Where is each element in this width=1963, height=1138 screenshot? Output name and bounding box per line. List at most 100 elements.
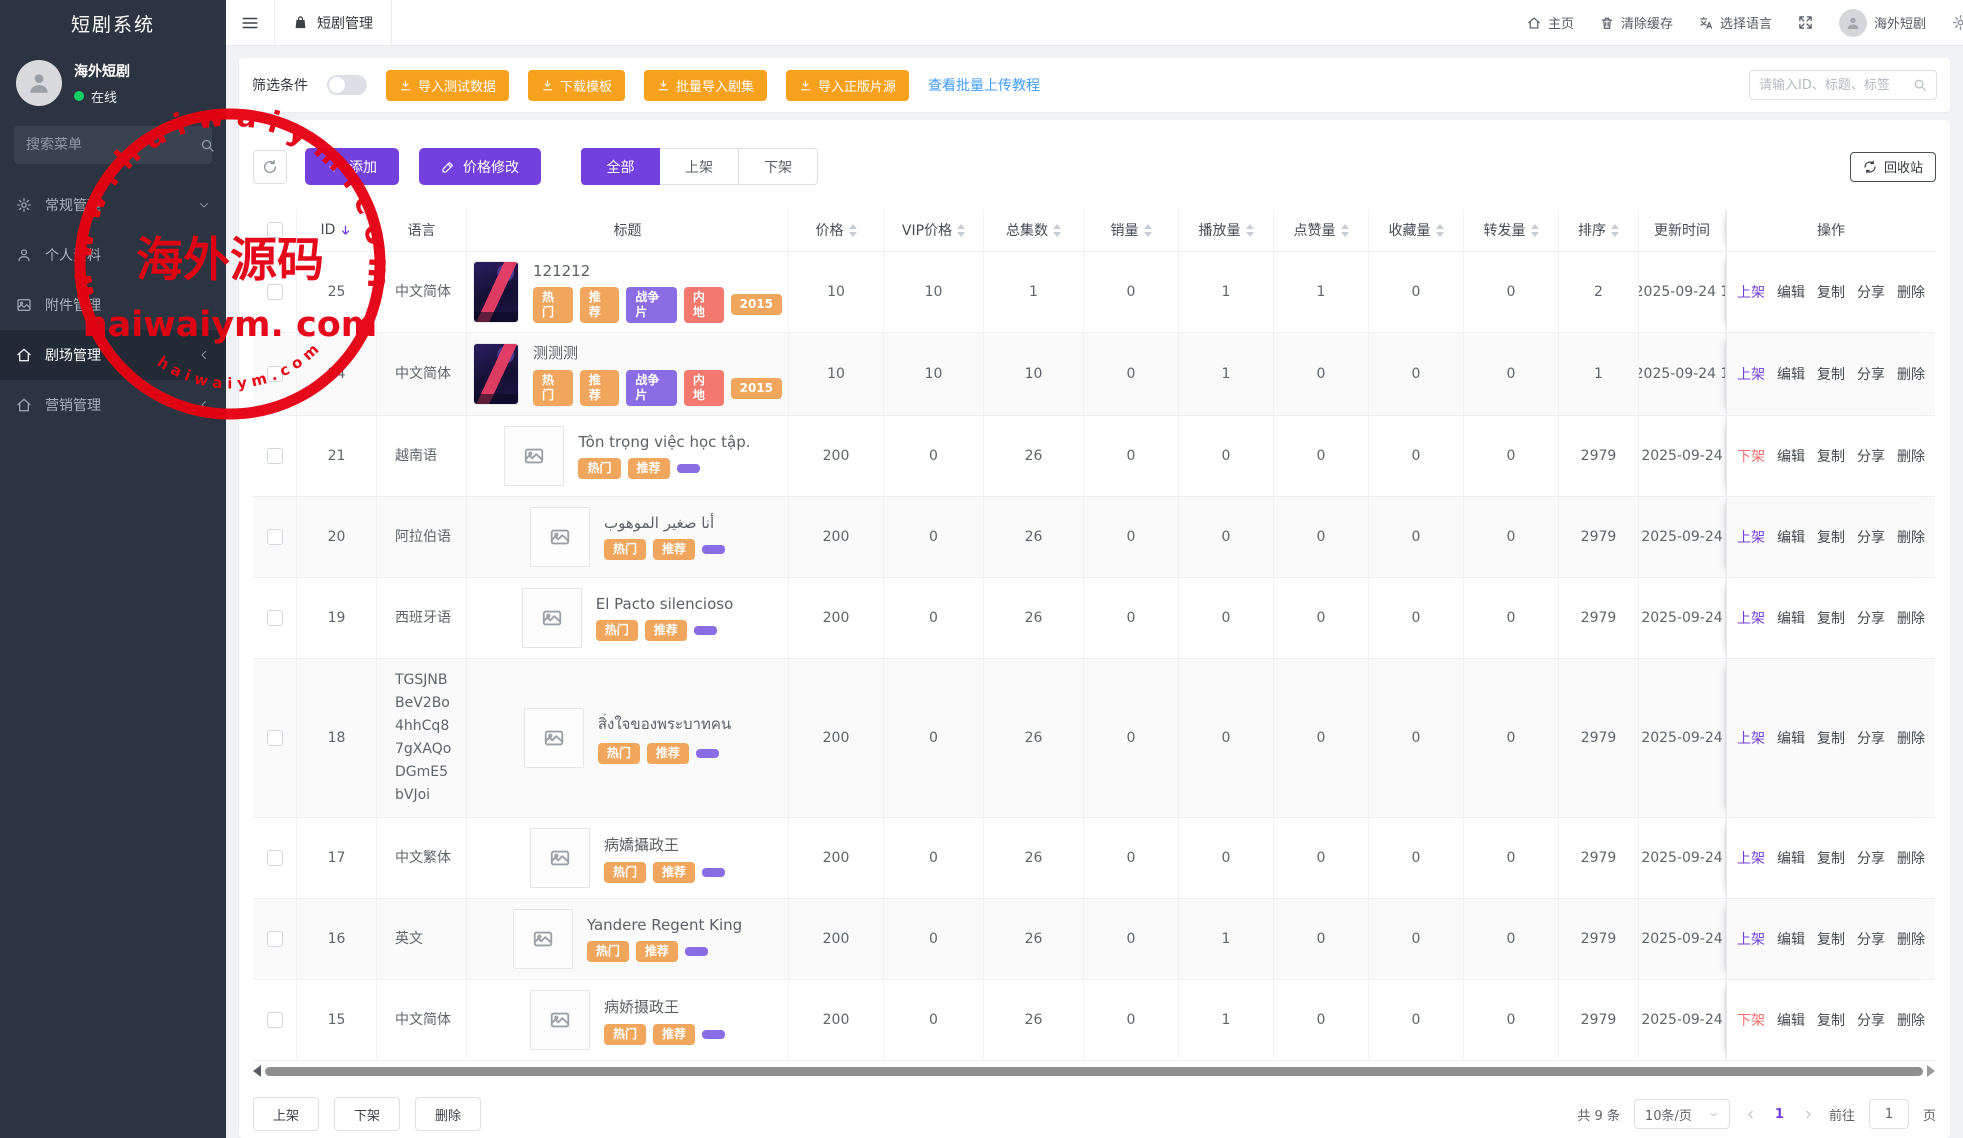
- menu-search-input[interactable]: [26, 137, 200, 153]
- edit-link[interactable]: 编辑: [1777, 848, 1805, 868]
- delete-link[interactable]: 删除: [1897, 728, 1925, 748]
- header-favorites[interactable]: 收藏量: [1369, 209, 1464, 251]
- share-link[interactable]: 分享: [1857, 446, 1885, 466]
- recycle-bin-button[interactable]: 回收站: [1849, 151, 1936, 182]
- sort-carets-icon[interactable]: [1053, 223, 1061, 237]
- delete-link[interactable]: 删除: [1897, 282, 1925, 302]
- fullscreen-icon[interactable]: [1798, 15, 1813, 30]
- import-button-3[interactable]: 批量导入剧集: [644, 69, 768, 101]
- sidebar-item-4[interactable]: 剧场管理: [0, 330, 226, 380]
- header-shares[interactable]: 转发量: [1464, 209, 1559, 251]
- image-placeholder-icon[interactable]: [529, 507, 590, 567]
- sort-carets-icon[interactable]: [1340, 223, 1349, 237]
- row-checkbox[interactable]: [266, 284, 283, 300]
- share-link[interactable]: 分享: [1857, 282, 1885, 302]
- poster-thumbnail[interactable]: [473, 343, 519, 405]
- tab-short-drama[interactable]: 短剧管理: [274, 0, 392, 45]
- share-link[interactable]: 分享: [1857, 608, 1885, 628]
- add-button[interactable]: 添加: [305, 148, 399, 185]
- sort-descending-icon[interactable]: [339, 224, 352, 237]
- price-edit-button[interactable]: 价格修改: [419, 148, 541, 185]
- share-link[interactable]: 分享: [1857, 929, 1885, 949]
- header-episodes[interactable]: 总集数: [984, 209, 1084, 251]
- delete-link[interactable]: 删除: [1897, 848, 1925, 868]
- poster-thumbnail[interactable]: [473, 261, 519, 323]
- sidebar-item-3[interactable]: 附件管理: [0, 280, 226, 330]
- edit-link[interactable]: 编辑: [1777, 527, 1805, 547]
- copy-link[interactable]: 复制: [1817, 527, 1845, 547]
- row-checkbox[interactable]: [266, 850, 283, 866]
- bulk-button-2[interactable]: 下架: [334, 1097, 401, 1131]
- header-sort[interactable]: 排序: [1559, 209, 1639, 251]
- put-on-link[interactable]: 上架: [1737, 848, 1765, 868]
- edit-link[interactable]: 编辑: [1777, 728, 1805, 748]
- sidebar-item-5[interactable]: 营销管理: [0, 380, 226, 430]
- next-page-icon[interactable]: [1802, 1108, 1815, 1121]
- take-down-link[interactable]: 下架: [1737, 446, 1765, 466]
- delete-link[interactable]: 删除: [1897, 929, 1925, 949]
- delete-link[interactable]: 删除: [1897, 1010, 1925, 1030]
- row-checkbox[interactable]: [266, 366, 283, 382]
- header-sales[interactable]: 销量: [1084, 209, 1179, 251]
- edit-link[interactable]: 编辑: [1777, 446, 1805, 466]
- import-button-4[interactable]: 导入正版片源: [786, 69, 910, 101]
- table-search-input[interactable]: [1759, 77, 1913, 93]
- sidebar-item-1[interactable]: 常规管理: [0, 180, 226, 230]
- share-link[interactable]: 分享: [1857, 1010, 1885, 1030]
- put-on-link[interactable]: 上架: [1737, 282, 1765, 302]
- row-checkbox[interactable]: [266, 931, 283, 947]
- row-checkbox[interactable]: [266, 610, 283, 626]
- copy-link[interactable]: 复制: [1817, 446, 1845, 466]
- search-icon[interactable]: [200, 138, 215, 153]
- copy-link[interactable]: 复制: [1817, 282, 1845, 302]
- edit-link[interactable]: 编辑: [1777, 364, 1805, 384]
- image-placeholder-icon[interactable]: [529, 828, 590, 888]
- segment-3[interactable]: 下架: [739, 148, 818, 185]
- select-all-checkbox[interactable]: [266, 222, 283, 238]
- copy-link[interactable]: 复制: [1817, 728, 1845, 748]
- batch-upload-tutorial-link[interactable]: 查看批量上传教程: [928, 75, 1040, 95]
- header-vip[interactable]: VIP价格: [884, 209, 984, 251]
- scroll-left-icon[interactable]: [253, 1065, 261, 1077]
- bulk-button-1[interactable]: 上架: [253, 1097, 320, 1131]
- edit-link[interactable]: 编辑: [1777, 1010, 1805, 1030]
- header-id[interactable]: ID: [297, 209, 377, 251]
- header-plays[interactable]: 播放量: [1179, 209, 1274, 251]
- gear-icon[interactable]: [1952, 14, 1963, 31]
- topbar-user[interactable]: 海外短剧: [1838, 8, 1926, 37]
- put-on-link[interactable]: 上架: [1737, 364, 1765, 384]
- share-link[interactable]: 分享: [1857, 728, 1885, 748]
- image-placeholder-icon[interactable]: [529, 990, 590, 1050]
- segment-2[interactable]: 上架: [660, 148, 739, 185]
- scroll-right-icon[interactable]: [1927, 1065, 1935, 1077]
- share-link[interactable]: 分享: [1857, 364, 1885, 384]
- page-number[interactable]: 1: [1771, 1107, 1788, 1122]
- row-checkbox[interactable]: [266, 448, 283, 464]
- prev-page-icon[interactable]: [1744, 1108, 1757, 1121]
- sidebar-item-2[interactable]: 个人资料: [0, 230, 226, 280]
- image-placeholder-icon[interactable]: [504, 426, 565, 486]
- copy-link[interactable]: 复制: [1817, 929, 1845, 949]
- import-button-2[interactable]: 下载模板: [528, 69, 626, 101]
- segment-1[interactable]: 全部: [581, 148, 660, 185]
- import-button-1[interactable]: 导入测试数据: [386, 69, 510, 101]
- goto-page-input[interactable]: [1868, 1099, 1909, 1129]
- put-on-link[interactable]: 上架: [1737, 608, 1765, 628]
- copy-link[interactable]: 复制: [1817, 848, 1845, 868]
- sort-carets-icon[interactable]: [1143, 223, 1152, 237]
- image-placeholder-icon[interactable]: [512, 909, 573, 969]
- search-icon[interactable]: [1913, 78, 1927, 92]
- page-size-select[interactable]: 10条/页: [1633, 1099, 1730, 1129]
- delete-link[interactable]: 删除: [1897, 446, 1925, 466]
- header-likes[interactable]: 点赞量: [1274, 209, 1369, 251]
- topnav-item-3[interactable]: 选择语言: [1699, 13, 1772, 32]
- row-checkbox[interactable]: [266, 730, 283, 746]
- row-checkbox[interactable]: [266, 1012, 283, 1028]
- delete-link[interactable]: 删除: [1897, 527, 1925, 547]
- put-on-link[interactable]: 上架: [1737, 929, 1765, 949]
- copy-link[interactable]: 复制: [1817, 364, 1845, 384]
- delete-link[interactable]: 删除: [1897, 608, 1925, 628]
- sort-carets-icon[interactable]: [1530, 223, 1539, 237]
- sort-carets-icon[interactable]: [848, 223, 857, 237]
- header-price[interactable]: 价格: [789, 209, 884, 251]
